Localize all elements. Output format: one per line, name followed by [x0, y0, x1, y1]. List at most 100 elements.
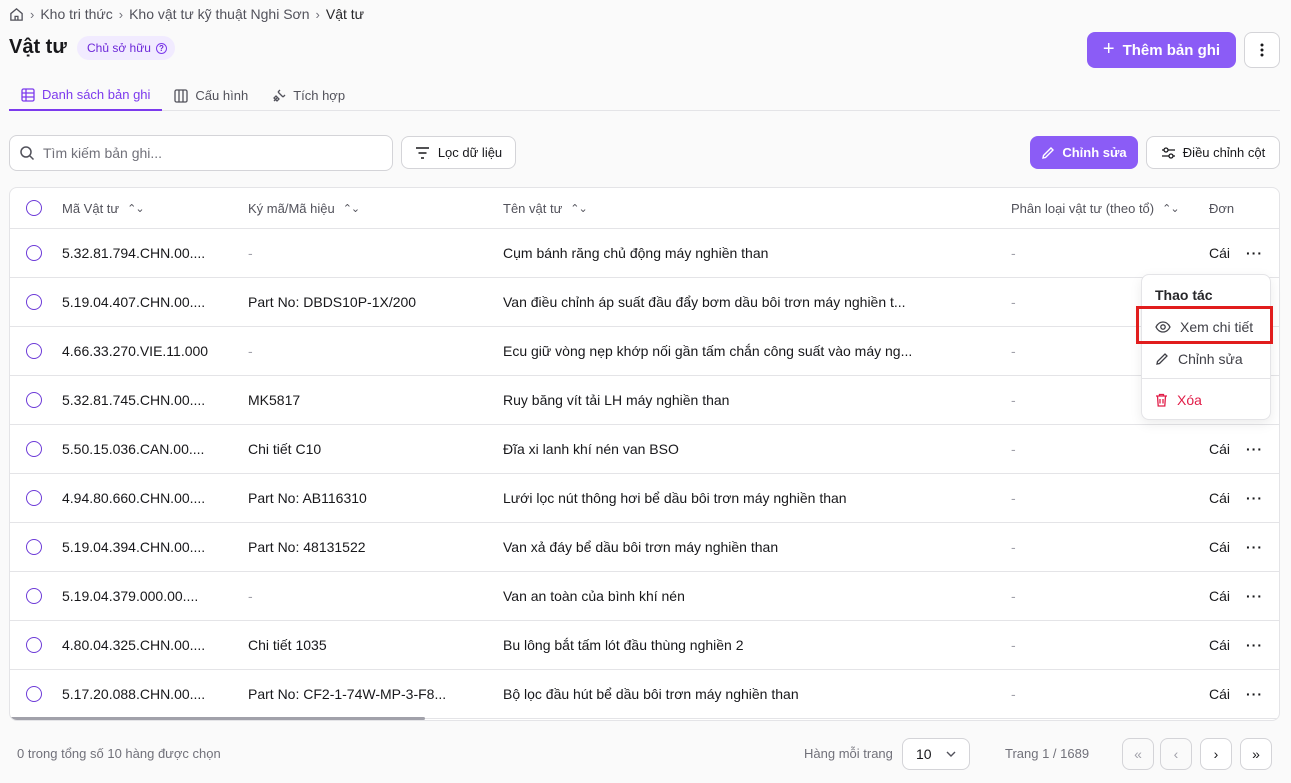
help-icon[interactable]: ? — [155, 42, 167, 54]
table-row[interactable]: 5.19.04.407.CHN.00.... Part No: DBDS10P-1… — [10, 278, 1279, 327]
table-row[interactable]: 5.50.15.036.CAN.00.... Chi tiết C10 Đĩa xi… — [10, 425, 1279, 474]
row-checkbox[interactable] — [26, 278, 42, 326]
tab-label: Tích hợp — [293, 88, 346, 103]
row-actions-icon[interactable]: ··· — [1246, 572, 1263, 620]
trash-icon — [1156, 393, 1167, 407]
records-table: Mã Vật tư ⌃⌄ Ký mã/Mã hiệu ⌃⌄ Tên vật tư ⌃⌄… — [9, 187, 1280, 721]
cell-mark: Part No: CF2-1-74W-MP-3-F8... — [248, 686, 447, 702]
table-row[interactable]: 4.80.04.325.CHN.00.... Chi tiết 1035 Bu lô… — [10, 621, 1279, 670]
cell-unit: Cái — [1209, 441, 1231, 457]
chevron-right-icon: › — [315, 6, 320, 22]
cell-name: Lưới lọc nút thông hơi bể dầu bôi trơn m… — [503, 490, 847, 506]
tab-config[interactable]: Cấu hình — [162, 80, 260, 111]
horizontal-scrollbar[interactable] — [10, 717, 425, 720]
more-vertical-icon — [1260, 43, 1264, 57]
row-checkbox[interactable] — [26, 425, 42, 473]
row-checkbox[interactable] — [26, 376, 42, 424]
page-info: Trang 1 / 1689 — [1005, 746, 1090, 761]
row-checkbox[interactable] — [26, 523, 42, 571]
menu-divider — [1142, 378, 1270, 379]
previous-page-button[interactable]: ‹ — [1160, 738, 1192, 770]
column-header-category[interactable]: Phân loại vật tư (theo tổ) ⌃⌄ — [1011, 188, 1179, 228]
row-checkbox[interactable] — [26, 572, 42, 620]
table-row[interactable]: 5.17.20.088.CHN.00.... Part No: CF2-1-74W… — [10, 670, 1279, 719]
sort-icon[interactable]: ⌃⌄ — [1162, 202, 1178, 215]
add-record-button[interactable]: + Thêm bản ghi — [1087, 32, 1236, 68]
row-checkbox[interactable] — [26, 621, 42, 669]
last-page-button[interactable]: » — [1240, 738, 1272, 770]
cell-category: - — [1011, 245, 1016, 261]
search-input[interactable] — [43, 145, 373, 161]
first-page-button[interactable]: « — [1122, 738, 1154, 770]
breadcrumb-item[interactable]: Kho tri thức — [40, 6, 112, 22]
row-checkbox[interactable] — [26, 229, 42, 277]
row-actions-icon[interactable]: ··· — [1246, 523, 1263, 571]
column-header-label: Mã Vật tư — [62, 200, 120, 216]
cell-code: 5.19.04.407.CHN.00.... — [62, 294, 206, 310]
column-header-code[interactable]: Mã Vật tư ⌃⌄ — [62, 188, 144, 228]
rows-per-page-value: 10 — [916, 746, 932, 762]
row-actions-icon[interactable]: ··· — [1246, 425, 1263, 473]
cell-category: - — [1011, 490, 1016, 506]
row-checkbox[interactable] — [26, 670, 42, 718]
breadcrumb-current: Vật tư — [325, 6, 365, 22]
cell-mark: Part No: DBDS10P-1X/200 — [248, 294, 417, 310]
table-row[interactable]: 4.94.80.660.CHN.00.... Part No: AB116310 L… — [10, 474, 1279, 523]
row-actions-icon[interactable]: ··· — [1246, 670, 1263, 718]
rows-per-page-label: Hàng mỗi trang — [804, 746, 893, 761]
cell-category: - — [1011, 539, 1016, 555]
table-row[interactable]: 4.66.33.270.VIE.11.000 - Ecu giữ vòng nẹp … — [10, 327, 1279, 376]
column-header-mark[interactable]: Ký mã/Mã hiệu ⌃⌄ — [248, 188, 359, 228]
cell-code: 5.19.04.394.CHN.00.... — [62, 539, 206, 555]
column-header-name[interactable]: Tên vật tư ⌃⌄ — [503, 188, 587, 228]
sort-icon[interactable]: ⌃⌄ — [343, 202, 359, 215]
delete-item-label: Xóa — [1177, 392, 1202, 408]
tab-record-list[interactable]: Danh sách bản ghi — [9, 80, 163, 111]
page-title: Vật tư — [9, 36, 67, 58]
selection-summary: 0 trong tổng số 10 hàng được chọn — [17, 746, 221, 761]
table-row[interactable]: 5.19.04.394.CHN.00.... Part No: 48131522 V… — [10, 523, 1279, 572]
chevrons-left-icon: « — [1134, 746, 1142, 762]
row-actions-icon[interactable]: ··· — [1246, 474, 1263, 522]
row-actions-icon[interactable]: ··· — [1246, 621, 1263, 669]
filter-button[interactable]: Lọc dữ liệu — [401, 136, 516, 169]
sort-icon[interactable]: ⌃⌄ — [127, 202, 143, 215]
pencil-icon — [1156, 353, 1168, 365]
cell-category: - — [1011, 392, 1016, 408]
edit-item[interactable]: Chỉnh sửa — [1142, 344, 1270, 374]
next-page-button[interactable]: › — [1200, 738, 1232, 770]
table-row[interactable]: 5.19.04.379.000.00.... - Van an toàn của b… — [10, 572, 1279, 621]
eye-icon — [1155, 321, 1171, 333]
tab-bar: Danh sách bản ghi Cấu hình Tích hợp — [9, 80, 1280, 111]
row-checkbox[interactable] — [26, 474, 42, 522]
column-header-unit[interactable]: Đơn — [1209, 188, 1234, 228]
tab-integration[interactable]: Tích hợp — [260, 80, 357, 111]
owner-badge-label: Chủ sở hữu — [87, 41, 151, 55]
view-details-item[interactable]: Xem chi tiết — [1142, 312, 1270, 342]
breadcrumb-item[interactable]: Kho vật tư kỹ thuật Nghi Sơn — [129, 6, 309, 22]
table-row[interactable]: 5.32.81.745.CHN.00.... MK5817 Ruy băng vít… — [10, 376, 1279, 425]
row-actions-icon[interactable]: ··· — [1246, 229, 1263, 277]
delete-item[interactable]: Xóa — [1142, 385, 1270, 415]
more-options-button[interactable] — [1244, 32, 1280, 68]
select-all-checkbox[interactable] — [26, 188, 42, 228]
cell-code: 5.32.81.745.CHN.00.... — [62, 392, 206, 408]
home-icon[interactable] — [9, 7, 24, 22]
tab-label: Danh sách bản ghi — [42, 87, 151, 102]
adjust-columns-button[interactable]: Điều chỉnh cột — [1146, 136, 1280, 169]
add-record-label: Thêm bản ghi — [1122, 41, 1221, 59]
row-checkbox[interactable] — [26, 327, 42, 375]
sort-icon[interactable]: ⌃⌄ — [570, 202, 586, 215]
cell-category: - — [1011, 441, 1016, 457]
cell-category: - — [1011, 343, 1016, 359]
table-row[interactable]: 5.32.81.794.CHN.00.... - Cụm bánh răng chủ… — [10, 229, 1279, 278]
cell-name: Van xả đáy bể dầu bôi trơn máy nghiền th… — [503, 539, 779, 555]
edit-button[interactable]: Chỉnh sửa — [1030, 136, 1138, 169]
cell-name: Bu lông bắt tấm lót đầu thùng nghiền 2 — [503, 637, 744, 653]
view-details-label: Xem chi tiết — [1180, 319, 1254, 335]
pencil-icon — [1042, 146, 1055, 159]
chevrons-right-icon: » — [1252, 746, 1260, 762]
chevron-left-icon: ‹ — [1173, 746, 1179, 762]
cell-unit: Cái — [1209, 490, 1231, 506]
rows-per-page-select[interactable]: 10 — [902, 738, 970, 770]
